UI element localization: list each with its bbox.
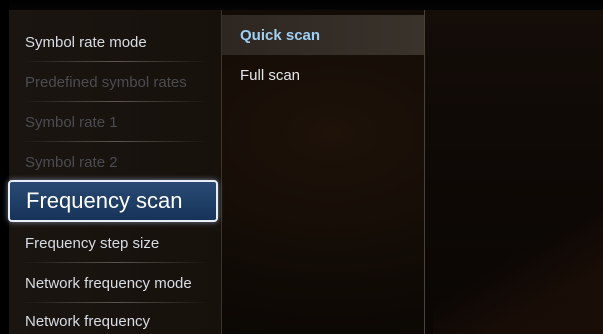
menu-item-frequency-scan[interactable]: Frequency scan — [8, 180, 218, 222]
menu-item-predefined-symbol-rates[interactable]: Predefined symbol rates — [9, 62, 221, 102]
option-label: Quick scan — [240, 26, 321, 44]
menu-item-label: Frequency scan — [26, 188, 183, 213]
menu-item-network-frequency[interactable]: Network frequency — [9, 301, 221, 334]
menu-item-frequency-step-size[interactable]: Frequency step size — [9, 223, 221, 263]
option-full-scan[interactable]: Full scan — [222, 55, 424, 95]
tv-screen: Symbol rate mode Predefined symbol rates… — [0, 0, 603, 334]
settings-menu: Symbol rate mode Predefined symbol rates… — [8, 10, 221, 334]
bezel-top — [0, 0, 603, 10]
menu-item-symbol-rate-mode[interactable]: Symbol rate mode — [9, 22, 221, 62]
menu-item-symbol-rate-2[interactable]: Symbol rate 2 — [9, 142, 221, 182]
menu-item-label: Network frequency mode — [25, 274, 192, 292]
menu-item-network-frequency-mode[interactable]: Network frequency mode — [9, 263, 221, 303]
screen-glare — [433, 214, 603, 334]
bezel-left — [0, 0, 9, 334]
option-label: Full scan — [240, 66, 301, 84]
menu-item-label: Symbol rate mode — [25, 33, 147, 51]
option-quick-scan[interactable]: Quick scan — [222, 15, 424, 55]
menu-item-symbol-rate-1[interactable]: Symbol rate 1 — [9, 102, 221, 142]
menu-item-label: Symbol rate 1 — [25, 113, 118, 131]
empty-panel — [425, 10, 603, 334]
menu-item-label: Symbol rate 2 — [25, 153, 118, 171]
menu-item-label: Network frequency — [25, 312, 151, 330]
submenu-panel: Quick scan Full scan — [208, 10, 424, 334]
menu-item-label: Frequency step size — [25, 234, 160, 252]
menu-item-label: Predefined symbol rates — [25, 73, 187, 91]
